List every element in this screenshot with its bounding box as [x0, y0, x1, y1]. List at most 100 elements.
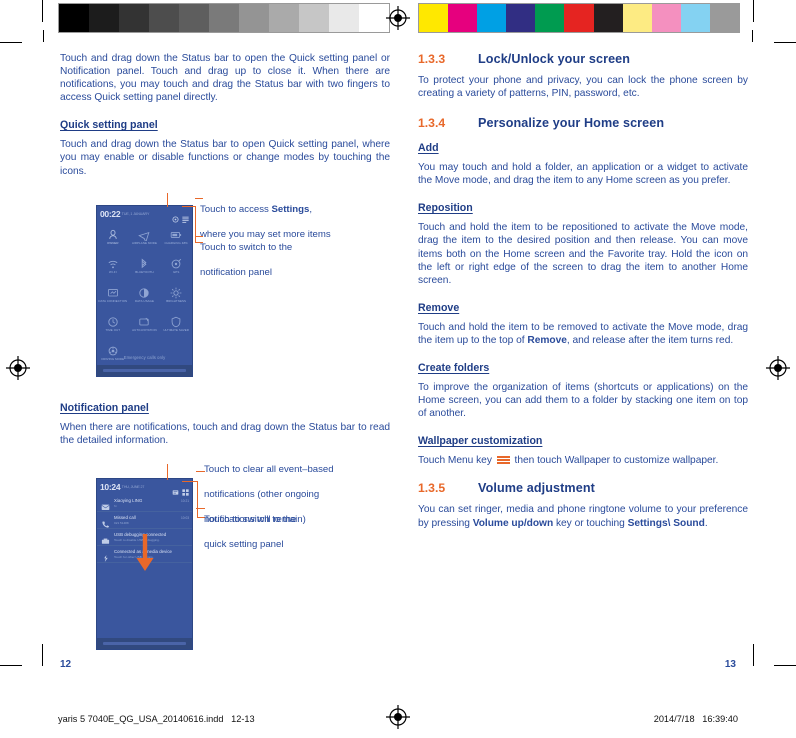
color-swatch — [564, 4, 594, 32]
data-usage-icon — [138, 286, 150, 298]
quick-setting-tile[interactable]: GPS — [160, 251, 192, 280]
color-swatch — [448, 4, 478, 32]
quick-setting-tile[interactable]: DRIVING MODE — [97, 338, 129, 367]
quick-status-actions — [172, 210, 189, 223]
crop-mark-tl-v — [42, 0, 43, 22]
media-device-icon — [101, 550, 110, 562]
callout-switch-notification-dash — [195, 236, 203, 238]
grayscale-swatch — [119, 4, 149, 32]
wallpaper-body-part1: Touch Menu key — [418, 455, 495, 467]
quick-setting-tile-label: TIME OUT — [105, 327, 121, 332]
volume-body-part2: key or touching — [553, 517, 628, 529]
color-calibration-strip — [418, 3, 740, 33]
quick-setting-tile[interactable]: BRIGHTNESS — [160, 280, 192, 309]
color-swatch — [680, 4, 710, 32]
quick-setting-tile[interactable]: AUTO-ROTATION — [129, 309, 161, 338]
section-number-135: 1.3.5 — [418, 481, 446, 496]
quick-setting-tile[interactable]: BLUETOOTH — [129, 251, 161, 280]
color-swatch — [651, 4, 681, 32]
callout-leader-settings-vertical — [167, 193, 169, 207]
callout-leader-notification-horizontal — [182, 206, 196, 208]
crop-mark-bl-h — [0, 665, 22, 666]
notification-status-time: 10:24 — [100, 481, 121, 492]
menu-key-icon — [496, 456, 510, 464]
airplane-icon — [138, 228, 150, 244]
callout-switch-quick-line1: Touch to switch to the — [204, 514, 297, 526]
color-swatch — [593, 4, 623, 32]
quick-setting-tile[interactable]: WI-FI — [97, 251, 129, 280]
crop-mark-br-h — [774, 665, 796, 666]
quick-settings-tile-grid: OWNER AIRPLANE MODE CHARGING 48% WI-FI BLUET… — [97, 222, 192, 367]
emergency-calls-status: Emergency calls only — [123, 355, 166, 360]
grayscale-swatch — [239, 4, 269, 32]
quick-setting-tile-label: DATA CONNECTION — [98, 298, 128, 303]
crop-mark-tl-h — [0, 42, 22, 43]
reposition-body: Touch and hold the item to be reposition… — [418, 222, 748, 286]
crop-mark-bl-v — [42, 644, 43, 666]
phone-screenshot-notification-panel: 10:24 THU, JUNE 27 Xiaoying LING hi 10:21 M… — [96, 478, 193, 650]
notification-title: Xiaoying LING — [114, 498, 143, 503]
callout-switch-quick-setting: Touch to switch to the quick setting pan… — [196, 502, 296, 552]
callout-settings-dash — [195, 198, 203, 200]
data-connection-icon — [107, 286, 119, 298]
quick-setting-tile[interactable]: DATA CONNECTION — [97, 280, 129, 309]
clear-all-notifications-icon[interactable] — [172, 483, 179, 495]
ultimate-saver-icon — [170, 315, 182, 328]
quick-setting-tile[interactable]: AIRPLANE MODE — [129, 222, 161, 251]
settings-gear-icon[interactable] — [172, 210, 179, 223]
callout-switch-notification-line1: Touch to switch to the — [200, 242, 293, 254]
quick-setting-tile-label: AUTO-ROTATION — [132, 327, 157, 332]
notification-status-date: THU, JUNE 27 — [121, 484, 145, 489]
notification-subtitle: 021 51488 — [114, 520, 129, 525]
switch-to-notification-panel-icon[interactable] — [182, 210, 189, 223]
notification-timestamp: 10:21 — [181, 499, 189, 503]
quick-setting-tile[interactable]: DATA USAGE — [129, 280, 161, 309]
switch-to-quick-setting-panel-icon[interactable] — [182, 483, 189, 496]
quick-setting-tile-label: BLUETOOTH — [135, 269, 154, 274]
quick-setting-tile[interactable]: TIME OUT — [97, 309, 129, 338]
section-title-133: Lock/Unlock your screen — [478, 52, 631, 66]
grayscale-swatch — [89, 4, 119, 32]
callout-settings-bold: Settings — [271, 204, 310, 216]
section-number-134: 1.3.4 — [418, 116, 446, 131]
crop-mark-tr-h — [774, 42, 796, 43]
notification-item[interactable]: Xiaoying LING hi 10:21 — [97, 495, 192, 512]
grayscale-swatch — [149, 4, 179, 32]
callout-leader-quick-vertical — [197, 481, 199, 517]
battery-icon — [170, 228, 182, 240]
callout-leader-quick-horizontal — [182, 481, 198, 483]
section-heading-lock-unlock: 1.3.3 Lock/Unlock your screen — [418, 52, 748, 66]
quick-setting-tile-label: GPS — [172, 269, 180, 274]
quick-status-time: 00:22 — [100, 208, 121, 219]
color-swatch — [506, 4, 536, 32]
wallpaper-body-part2: then touch Wallpaper to customize wallpa… — [511, 455, 719, 467]
notification-title: Missed call — [114, 515, 136, 520]
driving-mode-icon — [107, 344, 119, 356]
quick-panel-navbar — [97, 365, 192, 376]
quick-setting-tile-label: ULTIMATE SAVER — [163, 327, 189, 332]
print-slug-filename: yaris 5 7040E_QG_USA_20140616.indd 12-13 — [58, 714, 255, 724]
grayscale-swatch — [209, 4, 239, 32]
quick-setting-tile[interactable]: OWNER — [97, 222, 129, 251]
grayscale-swatch — [329, 4, 359, 32]
bluetooth-icon — [138, 257, 150, 269]
callout-switch-quick-dash — [196, 508, 205, 510]
notification-text: Xiaoying LING hi — [114, 498, 178, 508]
notification-item[interactable]: Missed call 021 51488 10:03 — [97, 512, 192, 529]
print-slug-timestamp: 2014/7/18 16:39:40 — [653, 714, 738, 724]
usb-icon — [101, 533, 110, 544]
create-folders-body: To improve the organization of items (sh… — [418, 382, 748, 420]
callout-switch-notification: Touch to switch to the notification pane… — [195, 230, 293, 280]
quick-setting-tile[interactable]: CHARGING 48% — [160, 222, 192, 251]
color-swatch — [535, 4, 565, 32]
gps-icon — [170, 257, 182, 269]
grayscale-swatch — [299, 4, 329, 32]
crop-edge-line-right — [752, 30, 753, 42]
callout-switch-quick-text: Touch to switch to the quick setting pan… — [204, 502, 296, 552]
quick-setting-tile[interactable]: ULTIMATE SAVER — [160, 309, 192, 338]
wallpaper-customization-heading: Wallpaper customization — [418, 435, 543, 448]
callout-switch-notification-line2: notification panel — [200, 267, 273, 279]
remove-body-bold: Remove — [527, 334, 567, 346]
color-swatch — [477, 4, 507, 32]
message-icon — [101, 499, 110, 510]
